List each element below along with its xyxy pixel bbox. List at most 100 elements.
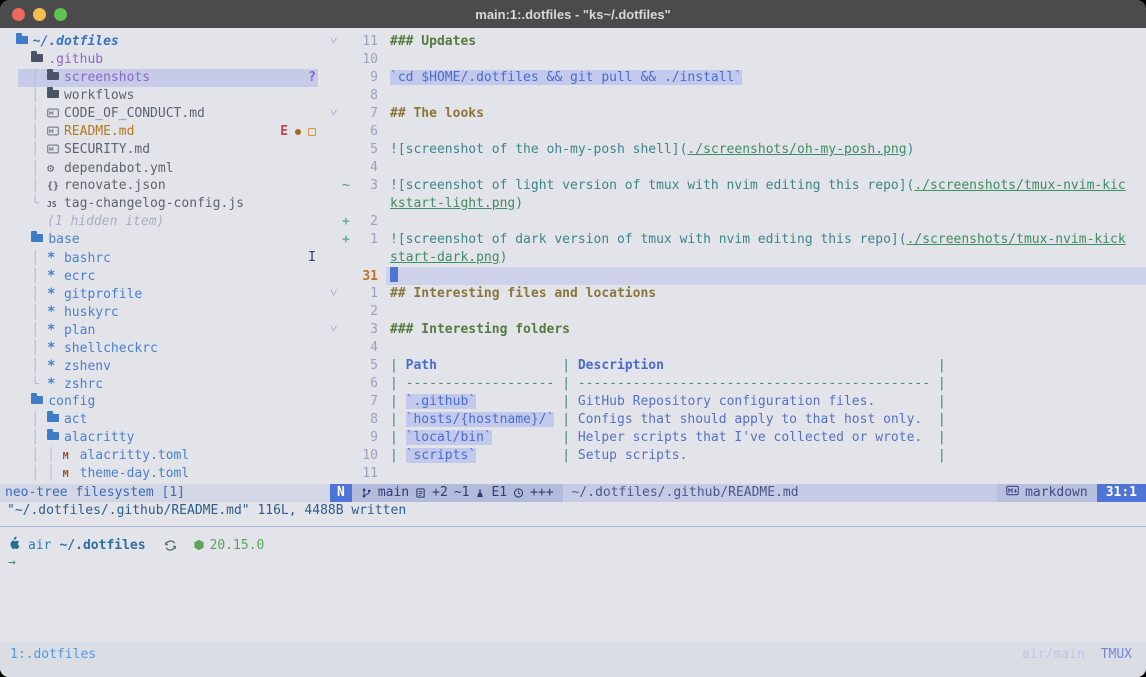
tree-item-plan[interactable]: │ *plan	[0, 321, 330, 339]
text-segment-pipe: |	[930, 358, 946, 373]
editor-line[interactable]: 11	[330, 465, 1146, 483]
editor-line[interactable]: 4	[330, 159, 1146, 177]
tree-item-theme-day.toml[interactable]: │ │ Mtheme-day.toml	[0, 465, 330, 483]
editor-line[interactable]: 5![screenshot of the oh-my-posh shell](.…	[330, 141, 1146, 159]
editor-line[interactable]: 31	[330, 267, 1146, 285]
prompt-char[interactable]: →	[8, 554, 16, 572]
tree-guide: │ │	[0, 448, 63, 463]
tree-item-dependabot.yml[interactable]: │ ⚙dependabot.yml	[0, 159, 330, 177]
markdown-icon	[1006, 484, 1019, 502]
text-segment-pipe: |	[390, 412, 406, 427]
tree-item-tag-changelog-config.js[interactable]: └ JStag-changelog-config.js	[0, 195, 330, 213]
editor-line[interactable]: 8	[330, 87, 1146, 105]
text-segment-link: kstart-light.png	[390, 196, 515, 211]
tree-item-renovate.json[interactable]: │ {}renovate.json	[0, 177, 330, 195]
editor-line[interactable]: ˅3### Interesting folders	[330, 321, 1146, 339]
editor-line[interactable]: 10	[330, 51, 1146, 69]
tree-guide: │	[0, 323, 47, 338]
tree-guide	[0, 394, 31, 409]
editor-line[interactable]: ˅11### Updates	[330, 33, 1146, 51]
diagnostic-error-badge: E	[280, 123, 288, 141]
tree-guide: │	[0, 178, 47, 193]
editor-line[interactable]: 4	[330, 339, 1146, 357]
editor-line[interactable]: 6| ------------------- | ---------------…	[330, 375, 1146, 393]
tree-item-security.md[interactable]: │ SECURITY.md	[0, 141, 330, 159]
editor-line[interactable]: 10| `scripts` | Setup scripts. |	[330, 447, 1146, 465]
editor-pane[interactable]: ˅11### Updates109`cd $HOME/.dotfiles && …	[330, 28, 1146, 484]
tree-item-workflows[interactable]: │ workflows	[0, 87, 330, 105]
editor-line[interactable]: 7| `.github` | GitHub Repository configu…	[330, 393, 1146, 411]
tree-item-screenshots[interactable]: │ screenshots?	[0, 69, 330, 87]
fold-marker-icon[interactable]: ˅	[330, 321, 342, 339]
text-segment-plain	[875, 394, 930, 409]
line-number: 9	[352, 429, 378, 447]
fold-marker-icon[interactable]: ˅	[330, 285, 342, 303]
text-segment-link: start-dark.png	[390, 250, 500, 265]
tree-item--1-hidden-item-[interactable]: (1 hidden item)	[0, 213, 330, 231]
fold-marker-icon[interactable]: ˅	[330, 33, 342, 51]
text-segment-md: ![screenshot of dark version of tmux wit…	[390, 232, 907, 247]
statusline-git-section: main +2 ~1 E1 +++	[352, 484, 563, 502]
tree-item-label: alacritty.toml	[80, 448, 190, 463]
text-segment-code: `.github`	[406, 394, 476, 409]
text-segment-code: `scripts`	[406, 448, 476, 463]
editor-line[interactable]: 6	[330, 123, 1146, 141]
text-segment-plain	[922, 412, 930, 427]
editor-line[interactable]: ˅7## The looks	[330, 105, 1146, 123]
line-text: ![screenshot of the oh-my-posh shell](./…	[390, 142, 914, 157]
tree-item-base[interactable]: base	[0, 231, 330, 249]
text-segment-pipe: |	[554, 412, 577, 427]
editor-line[interactable]: 9`cd $HOME/.dotfiles && git pull && ./in…	[330, 69, 1146, 87]
text-segment-pipe: |	[930, 376, 946, 391]
editor-line[interactable]: 2	[330, 303, 1146, 321]
tree-item-huskyrc[interactable]: │ *huskyrc	[0, 303, 330, 321]
tree-item-code-of-conduct.md[interactable]: │ CODE_OF_CONDUCT.md	[0, 105, 330, 123]
editor-line[interactable]: 8| `hosts/{hostname}/` | Configs that sh…	[330, 411, 1146, 429]
editor-line[interactable]: ~3![screenshot of light version of tmux …	[330, 177, 1146, 195]
tree-item-label: (1 hidden item)	[47, 214, 164, 229]
editor-line[interactable]: 5| Path | Description |	[330, 357, 1146, 375]
tree-guide: │	[0, 359, 47, 374]
tree-item-alacritty[interactable]: │ alacritty	[0, 429, 330, 447]
text-segment-pipe: |	[390, 430, 406, 445]
tree-item-ecrc[interactable]: │ *ecrc	[0, 267, 330, 285]
editor-line[interactable]: ˅1## Interesting files and locations	[330, 285, 1146, 303]
tree-item-act[interactable]: │ act	[0, 411, 330, 429]
tree-item-shellcheckrc[interactable]: │ *shellcheckrc	[0, 339, 330, 357]
git-sync-icon	[164, 539, 177, 552]
text-segment-dash: -------------------	[406, 376, 555, 391]
asterisk-file-icon: *	[47, 303, 64, 322]
tree-item-label: ecrc	[64, 269, 95, 284]
asterisk-file-icon: *	[47, 249, 64, 268]
tree-item-gitprofile[interactable]: │ *gitprofile	[0, 285, 330, 303]
tmux-window-tab[interactable]: 1:.dotfiles	[10, 647, 96, 677]
editor-line[interactable]: kstart-light.png)	[330, 195, 1146, 213]
tree-guide: │	[0, 70, 47, 85]
git-branch-name: main	[378, 484, 409, 502]
tree-item-.github[interactable]: .github	[0, 51, 330, 69]
editor-line[interactable]: +1![screenshot of dark version of tmux w…	[330, 231, 1146, 249]
editor-line[interactable]: start-dark.png)	[330, 249, 1146, 267]
tree-item-label: CODE_OF_CONDUCT.md	[64, 106, 205, 121]
tree-item-alacritty.toml[interactable]: │ │ Malacritty.toml	[0, 447, 330, 465]
line-text: ## The looks	[390, 106, 484, 121]
tree-item-readme.md[interactable]: │ README.mdE	[0, 123, 330, 141]
tree-item-~-.dotfiles[interactable]: ~/.dotfiles	[0, 33, 330, 51]
tree-item-config[interactable]: config	[0, 393, 330, 411]
fold-marker-icon[interactable]: ˅	[330, 105, 342, 123]
editor-line[interactable]: 9| `local/bin` | Helper scripts that I'v…	[330, 429, 1146, 447]
diff-changed: ~1	[454, 484, 470, 502]
editor-line[interactable]: +2	[330, 213, 1146, 231]
folder-icon	[47, 411, 64, 429]
tree-item-badges: I	[308, 249, 316, 267]
prompt-cwd: ~/.dotfiles	[59, 538, 145, 553]
tree-item-zshrc[interactable]: └ *zshrc	[0, 375, 330, 393]
asterisk-file-icon: *	[47, 267, 64, 286]
tmux-pane-divider[interactable]	[0, 526, 1146, 527]
tree-item-bashrc[interactable]: │ *bashrcI	[0, 249, 330, 267]
asterisk-file-icon: *	[47, 339, 64, 358]
statusline-extra: +++	[530, 484, 553, 502]
markdown-file-icon	[47, 105, 64, 123]
folder-icon	[47, 429, 64, 447]
tree-item-zshenv[interactable]: │ *zshenv	[0, 357, 330, 375]
